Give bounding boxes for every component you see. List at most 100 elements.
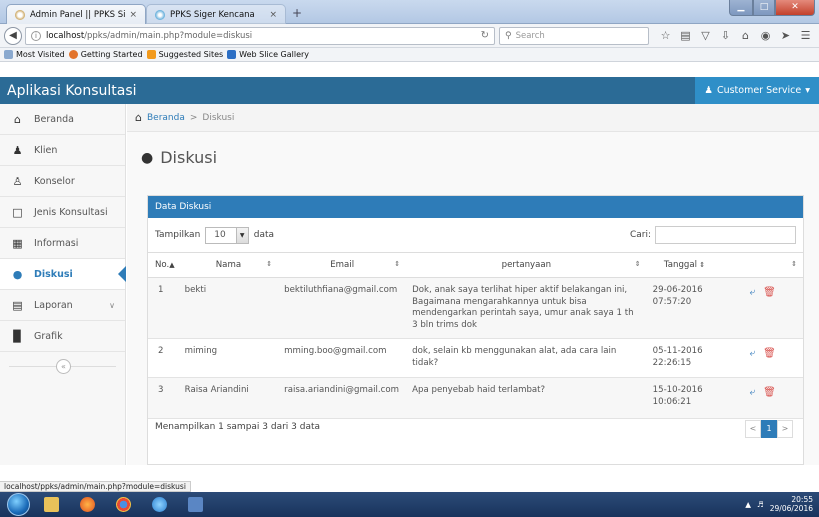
start-button[interactable] xyxy=(7,493,30,516)
bookmark-label: Getting Started xyxy=(80,50,143,59)
chevron-down-icon[interactable]: ∨ xyxy=(109,301,115,310)
reply-icon[interactable]: ⤶ xyxy=(750,347,756,361)
pocket-icon[interactable]: ▽ xyxy=(700,29,711,42)
sidebar-item-jenis-konsultasi[interactable]: □ Jenis Konsultasi xyxy=(0,197,125,228)
taskbar-media[interactable] xyxy=(144,494,174,515)
bookmark-getting-started[interactable]: Getting Started xyxy=(68,50,143,59)
sidebar-item-diskusi[interactable]: ● Diskusi xyxy=(0,259,126,290)
sidebar-item-laporan[interactable]: ▤ Laporan ∨ xyxy=(0,290,125,321)
url-bar[interactable]: i localhost/ppks/admin/main.php?module=d… xyxy=(25,26,495,45)
tab-favicon-icon xyxy=(155,9,165,20)
sort-icon: ⇕ xyxy=(266,260,273,268)
tab-title: Admin Panel || PPKS Siger ... xyxy=(30,9,126,20)
taskbar-chrome[interactable] xyxy=(108,494,138,515)
sidebar-item-informasi[interactable]: ▦ Informasi xyxy=(0,228,125,259)
bookmark-most-visited[interactable]: Most Visited xyxy=(4,50,65,59)
network-icon[interactable]: ▲ xyxy=(745,500,751,509)
page-header: ● Diskusi xyxy=(141,148,217,167)
sidebar-item-konselor[interactable]: ♙ Konselor xyxy=(0,166,125,197)
breadcrumb-separator: > xyxy=(189,112,198,123)
library-icon[interactable]: ▤ xyxy=(680,29,691,42)
breadcrumb-home-link[interactable]: Beranda xyxy=(147,113,185,123)
volume-icon[interactable]: ♬ xyxy=(757,500,764,509)
maximize-button[interactable]: □ xyxy=(753,0,775,16)
pagination-next-button[interactable]: > xyxy=(777,420,793,438)
browser-search-input[interactable]: ⚲ Search xyxy=(499,26,649,45)
sidebar-item-grafik[interactable]: ▉ Grafik xyxy=(0,321,125,352)
page-length-select[interactable]: 10 ▼ xyxy=(205,226,249,244)
sort-icon: ⇕ xyxy=(634,260,641,268)
clock[interactable]: 20:55 29/06/2016 xyxy=(770,495,813,513)
column-header-pertanyaan[interactable]: pertanyaan ⇕ xyxy=(406,252,647,278)
trash-icon[interactable]: 🗑 xyxy=(763,386,776,400)
column-header-email[interactable]: Email ⇕ xyxy=(278,252,407,278)
search-label: Cari: xyxy=(629,230,651,240)
cell-nama: Raisa Ariandini xyxy=(178,377,279,420)
send-icon[interactable]: ➤ xyxy=(780,29,791,42)
toolbar-icons: ☆ ▤ ▽ ⇩ ⌂ ◉ ➤ ☰ xyxy=(660,29,815,42)
sidebar-collapse-button[interactable]: « xyxy=(56,359,71,374)
cell-email: bektiluthfiana@gmail.com xyxy=(278,277,407,340)
bookmark-suggested-sites[interactable]: Suggested Sites xyxy=(146,50,223,59)
info-icon[interactable]: i xyxy=(31,30,41,41)
column-label: pertanyaan xyxy=(501,260,552,270)
new-tab-button[interactable]: + xyxy=(292,6,302,20)
sidebar-item-label: Jenis Konsultasi xyxy=(34,206,108,218)
bookmark-star-icon[interactable]: ☆ xyxy=(660,29,671,42)
tab-close-icon[interactable]: × xyxy=(269,10,277,20)
trash-icon[interactable]: 🗑 xyxy=(763,347,776,361)
table-search-input[interactable] xyxy=(655,226,796,244)
sidebar-item-label: Diskusi xyxy=(34,268,73,280)
system-tray: ▲ ♬ 20:55 29/06/2016 xyxy=(745,495,819,513)
tab-favicon-icon xyxy=(15,9,25,20)
menu-icon[interactable]: ☰ xyxy=(800,29,811,42)
pagination-prev-button[interactable]: < xyxy=(745,420,761,438)
tab-ppks-siger[interactable]: PPKS Siger Kencana × xyxy=(146,4,286,24)
table-header-row: No.▲ Nama ⇕ Email ⇕ pertanyaan ⇕ Tanggal ⇕ … xyxy=(148,252,803,278)
cell-nama: bekti xyxy=(178,277,279,340)
sync-icon[interactable]: ◉ xyxy=(760,29,771,42)
close-window-button[interactable]: ✕ xyxy=(775,0,815,16)
download-icon[interactable]: ⇩ xyxy=(720,29,731,42)
app-title[interactable]: Aplikasi Konsultasi xyxy=(0,83,137,99)
cell-tanggal: 15-10-2016 10:06:21 xyxy=(646,377,723,420)
column-label: Tanggal xyxy=(663,260,698,270)
column-header-no[interactable]: No.▲ xyxy=(148,252,179,278)
column-header-nama[interactable]: Nama ⇕ xyxy=(178,252,279,278)
tanggal-time: 10:06:21 xyxy=(652,396,692,407)
chrome-icon xyxy=(115,497,131,512)
column-header-tanggal[interactable]: Tanggal ⇕ xyxy=(646,252,723,278)
user-menu-label: Customer Service xyxy=(716,85,802,96)
bookmark-web-slice[interactable]: Web Slice Gallery xyxy=(227,50,309,59)
tab-close-icon[interactable]: × xyxy=(129,10,137,20)
trash-icon[interactable]: 🗑 xyxy=(763,286,776,300)
back-button[interactable]: ◀ xyxy=(4,26,22,45)
sort-icon: ⇕ xyxy=(697,261,706,269)
minimize-button[interactable]: ▁ xyxy=(729,0,753,16)
taskbar-app[interactable] xyxy=(180,494,210,515)
browser-status-bar: localhost/ppks/admin/main.php?module=dis… xyxy=(0,481,191,492)
cell-tanggal: 05-11-2016 22:26:15 xyxy=(646,338,723,379)
users-icon: ♟ xyxy=(12,143,23,157)
pagination-page-1[interactable]: 1 xyxy=(761,420,777,438)
row-actions: ⤶ 🗑 xyxy=(728,285,797,300)
main-content: ⌂ Beranda > Diskusi ● Diskusi Data Disku… xyxy=(127,104,819,465)
firefox-icon xyxy=(68,50,78,59)
bookmark-icon xyxy=(4,50,13,59)
reload-icon[interactable]: ↻ xyxy=(481,30,489,41)
taskbar-explorer[interactable] xyxy=(36,494,66,515)
browser-tab-bar: Admin Panel || PPKS Siger ... × PPKS Sig… xyxy=(0,0,819,24)
data-panel: Data Diskusi Tampilkan 10 ▼ data Cari: N… xyxy=(147,195,804,465)
user-menu-button[interactable]: ♟ Customer Service ▾ xyxy=(695,77,819,104)
sidebar-item-klien[interactable]: ♟ Klien xyxy=(0,135,125,166)
tab-admin-panel[interactable]: Admin Panel || PPKS Siger ... × xyxy=(6,4,146,24)
sidebar: ⌂ Beranda ♟ Klien ♙ Konselor □ Jenis Kon… xyxy=(0,104,126,465)
taskbar-firefox[interactable] xyxy=(72,494,102,515)
cell-no: 1 xyxy=(148,277,179,340)
column-label: No. xyxy=(155,260,170,270)
column-header-actions[interactable]: ⇕ xyxy=(722,252,803,278)
reply-icon[interactable]: ⤶ xyxy=(750,386,756,400)
home-icon[interactable]: ⌂ xyxy=(740,29,751,42)
reply-icon[interactable]: ⤶ xyxy=(750,286,756,300)
sidebar-item-beranda[interactable]: ⌂ Beranda xyxy=(0,104,125,135)
